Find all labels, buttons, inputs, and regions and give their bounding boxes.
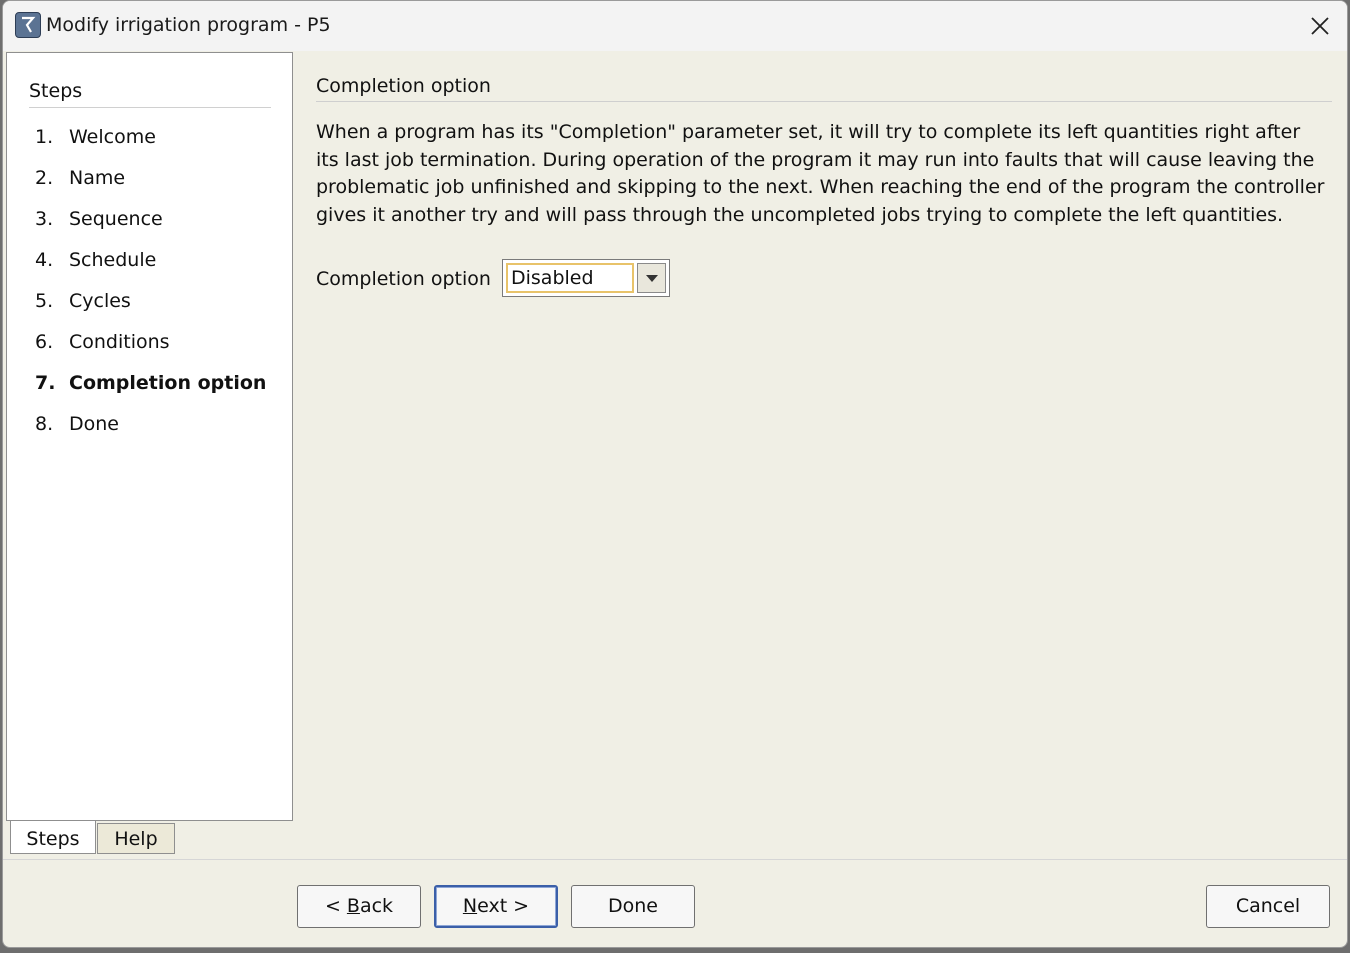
step-number: 8. bbox=[35, 413, 54, 435]
back-button[interactable]: < Back bbox=[297, 885, 421, 928]
step-conditions[interactable]: 6. Conditions bbox=[35, 331, 170, 353]
step-label: Schedule bbox=[69, 249, 157, 271]
tab-steps[interactable]: Steps bbox=[10, 821, 96, 854]
description-line: problematic job unfinished and skipping … bbox=[316, 176, 1325, 198]
step-label: Conditions bbox=[69, 331, 170, 353]
step-welcome[interactable]: 1. Welcome bbox=[35, 126, 156, 148]
done-button[interactable]: Done bbox=[571, 885, 695, 928]
back-button-prefix: < bbox=[324, 895, 347, 917]
steps-divider bbox=[29, 107, 271, 108]
step-sequence[interactable]: 3. Sequence bbox=[35, 208, 163, 230]
step-number: 2. bbox=[35, 167, 54, 189]
step-label: Completion option bbox=[69, 372, 267, 394]
steps-header: Steps bbox=[29, 80, 83, 102]
completion-option-label: Completion option bbox=[316, 268, 491, 290]
step-done[interactable]: 8. Done bbox=[35, 413, 119, 435]
next-button-mnemonic: N bbox=[462, 895, 478, 917]
steps-panel: Steps 1. Welcome 2. Name 3. Sequence 4. Sche… bbox=[6, 52, 293, 821]
description-line: When a program has its "Completion" para… bbox=[316, 121, 1301, 143]
description-line: gives it another try and will pass throu… bbox=[316, 203, 1284, 226]
window-title: Modify irrigation program - P5 bbox=[46, 14, 331, 36]
step-number: 7. bbox=[35, 372, 56, 394]
step-number: 3. bbox=[35, 208, 54, 230]
cancel-button[interactable]: Cancel bbox=[1206, 885, 1330, 928]
next-button[interactable]: Next > bbox=[434, 885, 558, 928]
dropdown-arrow-button[interactable] bbox=[637, 263, 666, 293]
step-cycles[interactable]: 5. Cycles bbox=[35, 290, 131, 312]
step-name[interactable]: 2. Name bbox=[35, 167, 125, 189]
section-divider bbox=[316, 101, 1332, 102]
step-label: Sequence bbox=[69, 208, 163, 230]
wizard-dialog: Modify irrigation program - P5 Steps 1. W… bbox=[2, 0, 1348, 948]
description-line: its last job termination. During operati… bbox=[316, 148, 1315, 171]
step-number: 5. bbox=[35, 290, 54, 312]
completion-option-select[interactable]: Disabled bbox=[502, 259, 670, 297]
app-icon bbox=[15, 12, 41, 38]
tab-help[interactable]: Help bbox=[97, 823, 175, 854]
step-completion-option[interactable]: 7. Completion option bbox=[35, 372, 266, 394]
button-bar-divider bbox=[3, 859, 1347, 860]
step-label: Done bbox=[69, 413, 119, 435]
section-title: Completion option bbox=[316, 75, 491, 97]
step-label: Cycles bbox=[69, 290, 131, 312]
chevron-down-icon bbox=[646, 275, 658, 282]
step-number: 4. bbox=[35, 249, 54, 271]
description-text: When a program has its "Completion" para… bbox=[316, 119, 1325, 229]
back-button-mnemonic: B bbox=[346, 895, 360, 917]
step-schedule[interactable]: 4. Schedule bbox=[35, 249, 156, 271]
step-number: 6. bbox=[35, 331, 54, 353]
completion-option-value[interactable]: Disabled bbox=[506, 263, 634, 293]
step-label: Name bbox=[69, 167, 126, 189]
step-number: 1. bbox=[35, 126, 54, 148]
title-bar: Modify irrigation program - P5 bbox=[3, 1, 1347, 51]
close-icon[interactable] bbox=[1307, 13, 1333, 39]
step-label: Welcome bbox=[69, 126, 156, 148]
back-button-label: ack bbox=[359, 895, 394, 917]
next-button-label: ext > bbox=[477, 895, 530, 917]
